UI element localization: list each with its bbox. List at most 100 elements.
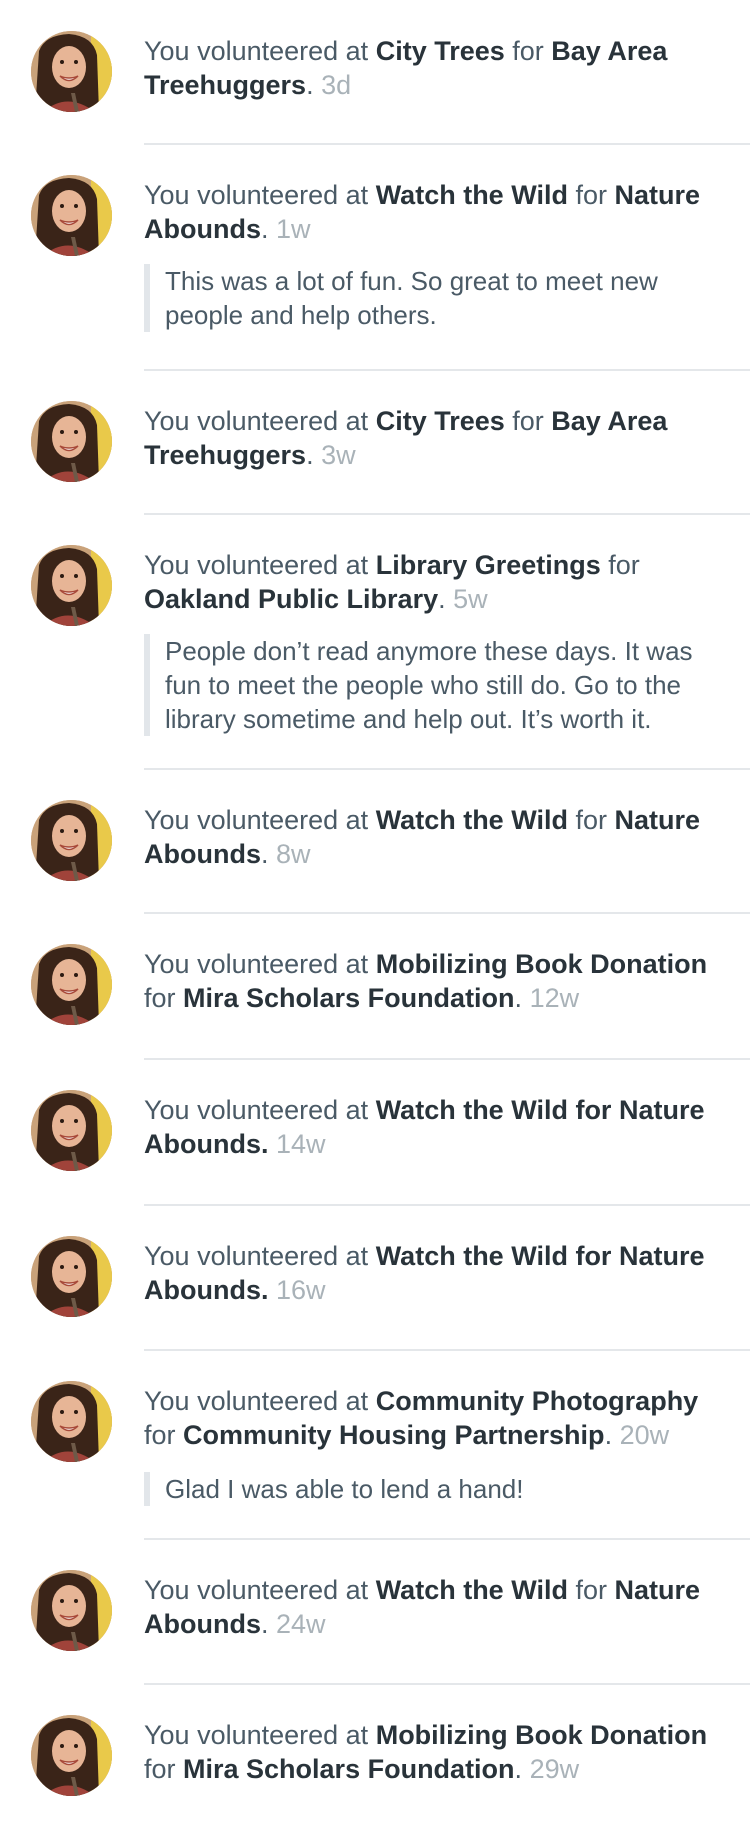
activity-end: .: [260, 1609, 269, 1639]
timestamp: 3d: [313, 70, 352, 100]
divider: [144, 768, 750, 770]
activity-name-link[interactable]: Watch the Wild: [376, 180, 568, 210]
timestamp: 3w: [313, 440, 356, 470]
divider: [144, 1683, 750, 1685]
activity-text: You volunteered at Mobilizing Book Donat…: [144, 947, 734, 1015]
divider: [144, 513, 750, 515]
avatar-image: [31, 545, 112, 626]
activity-text: You volunteered at Watch the Wild for Na…: [144, 1573, 734, 1641]
activity-prefix: You volunteered at: [144, 1095, 376, 1125]
activity-joiner: for: [567, 1575, 615, 1605]
timestamp: 29w: [522, 1754, 580, 1784]
timestamp: 1w: [268, 214, 311, 244]
comment-quote: Glad I was able to lend a hand!: [144, 1472, 719, 1506]
activity-end: .: [260, 839, 269, 869]
activity-text: You volunteered at Community Photography…: [144, 1384, 734, 1452]
timestamp: 14w: [268, 1129, 326, 1159]
activity-name-link[interactable]: Mobilizing Book Donation: [376, 1720, 707, 1750]
comment-quote: This was a lot of fun. So great to meet …: [144, 264, 719, 332]
timestamp: 16w: [268, 1275, 326, 1305]
avatar[interactable]: [31, 1381, 112, 1462]
activity-prefix: You volunteered at: [144, 180, 376, 210]
divider: [144, 143, 750, 145]
avatar-image: [31, 401, 112, 482]
timestamp: 12w: [522, 983, 580, 1013]
activity-text: You volunteered at Watch the Wild for Na…: [144, 1093, 734, 1161]
activity-name-link[interactable]: Watch the Wild: [376, 1575, 568, 1605]
avatar[interactable]: [31, 944, 112, 1025]
activity-text: You volunteered at Library Greetings for…: [144, 548, 734, 616]
activity-name-link[interactable]: Mobilizing Book Donation: [376, 949, 707, 979]
activity-end: .: [514, 983, 523, 1013]
avatar[interactable]: [31, 1090, 112, 1171]
organization-name-link[interactable]: Community Housing Partnership: [183, 1420, 605, 1450]
avatar-image: [31, 1236, 112, 1317]
avatar[interactable]: [31, 1715, 112, 1796]
activity-end: .: [306, 440, 314, 470]
avatar-image: [31, 1715, 112, 1796]
activity-prefix: You volunteered at: [144, 550, 376, 580]
activity-end: .: [604, 1420, 613, 1450]
activity-joiner: for: [504, 36, 552, 66]
activity-prefix: You volunteered at: [144, 1720, 376, 1750]
activity-feed: You volunteered at City Trees for Bay Ar…: [0, 0, 750, 1830]
activity-end: .: [260, 214, 269, 244]
comment-quote: People don’t read anymore these days. It…: [144, 634, 719, 736]
activity-name-link[interactable]: City Trees: [376, 406, 505, 436]
activity-text: You volunteered at City Trees for Bay Ar…: [144, 404, 734, 472]
divider: [144, 1058, 750, 1060]
activity-name-link[interactable]: Watch the Wild: [376, 805, 568, 835]
activity-name-link[interactable]: Community Photography: [376, 1386, 699, 1416]
activity-name-link[interactable]: City Trees: [376, 36, 505, 66]
timestamp: 20w: [612, 1420, 670, 1450]
activity-end: .: [438, 584, 446, 614]
activity-text: You volunteered at Watch the Wild for Na…: [144, 803, 734, 871]
activity-prefix: You volunteered at: [144, 1241, 376, 1271]
timestamp: 5w: [445, 584, 488, 614]
activity-joiner: for: [567, 180, 615, 210]
activity-prefix: You volunteered at: [144, 1386, 376, 1416]
timestamp: 8w: [268, 839, 311, 869]
divider: [144, 369, 750, 371]
avatar-image: [31, 944, 112, 1025]
divider: [144, 912, 750, 914]
activity-end: .: [514, 1754, 523, 1784]
avatar-image: [31, 175, 112, 256]
activity-text: You volunteered at Mobilizing Book Donat…: [144, 1718, 734, 1786]
avatar[interactable]: [31, 1570, 112, 1651]
avatar-image: [31, 1570, 112, 1651]
avatar[interactable]: [31, 401, 112, 482]
divider: [144, 1349, 750, 1351]
avatar[interactable]: [31, 800, 112, 881]
avatar-image: [31, 1381, 112, 1462]
activity-joiner: for: [144, 1420, 184, 1450]
activity-joiner: for: [144, 1754, 184, 1784]
avatar-image: [31, 1090, 112, 1171]
avatar[interactable]: [31, 31, 112, 112]
timestamp: 24w: [268, 1609, 326, 1639]
avatar-image: [31, 800, 112, 881]
activity-prefix: You volunteered at: [144, 949, 376, 979]
activity-prefix: You volunteered at: [144, 1575, 376, 1605]
activity-name-link[interactable]: Library Greetings: [376, 550, 601, 580]
activity-text: You volunteered at Watch the Wild for Na…: [144, 1239, 734, 1307]
activity-joiner: for: [504, 406, 552, 436]
activity-prefix: You volunteered at: [144, 36, 376, 66]
organization-name-link[interactable]: Mira Scholars Foundation: [183, 983, 515, 1013]
activity-prefix: You volunteered at: [144, 406, 376, 436]
activity-joiner: for: [567, 805, 615, 835]
activity-text: You volunteered at Watch the Wild for Na…: [144, 178, 734, 246]
avatar[interactable]: [31, 175, 112, 256]
activity-joiner: for: [600, 550, 640, 580]
organization-name-link[interactable]: Mira Scholars Foundation: [183, 1754, 515, 1784]
divider: [144, 1204, 750, 1206]
activity-end: .: [306, 70, 314, 100]
organization-name-link[interactable]: Oakland Public Library: [144, 584, 438, 614]
activity-prefix: You volunteered at: [144, 805, 376, 835]
divider: [144, 1538, 750, 1540]
avatar[interactable]: [31, 1236, 112, 1317]
activity-text: You volunteered at City Trees for Bay Ar…: [144, 34, 734, 102]
avatar-image: [31, 31, 112, 112]
activity-joiner: for: [144, 983, 184, 1013]
avatar[interactable]: [31, 545, 112, 626]
